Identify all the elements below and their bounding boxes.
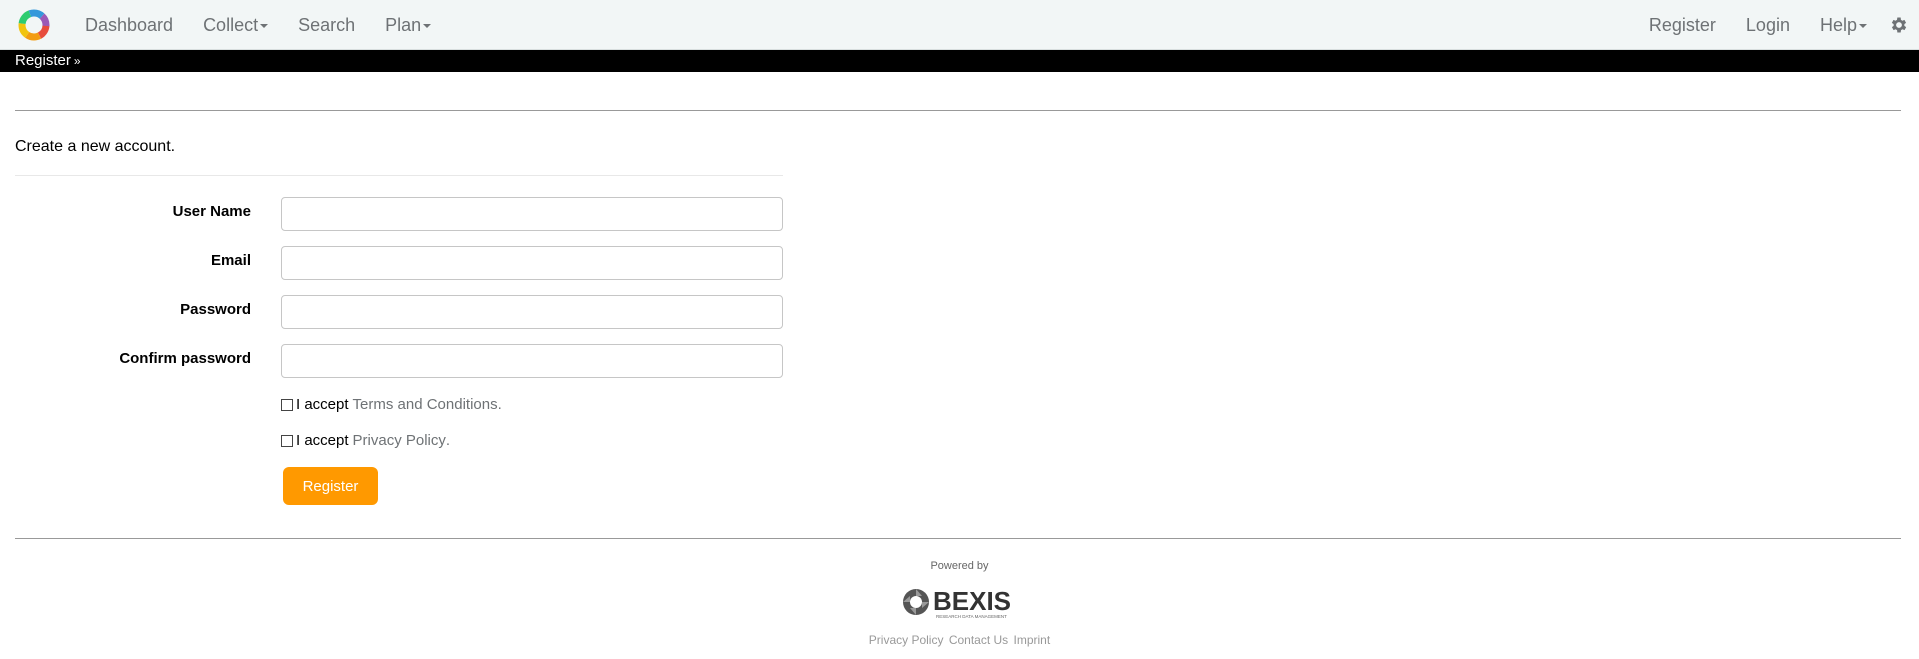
footer-links: Privacy Policy Contact Us Imprint (0, 633, 1919, 647)
user-name-label: User Name (172, 203, 251, 220)
email-label: Email (210, 252, 251, 269)
divider-form (15, 175, 783, 176)
nav-search-label: Search (298, 14, 356, 35)
password-input[interactable] (281, 295, 783, 329)
nav-left-menu: Dashboard Collect Search Plan (85, 0, 461, 50)
privacy-row: I accept Privacy Policy. (281, 432, 450, 449)
password-label: Password (180, 301, 251, 318)
terms-prefix: I accept (296, 396, 349, 413)
nav-search[interactable]: Search (298, 15, 355, 36)
divider-top (15, 110, 1901, 111)
nav-right-menu: Register Login Help (1619, 0, 1919, 50)
nav-login-label: Login (1745, 14, 1790, 35)
register-button[interactable]: Register (283, 467, 378, 505)
bexis-logo[interactable]: BEXIS RESEARCH DATA MANAGEMENT (900, 584, 1020, 620)
breadcrumb-label: Register (15, 52, 71, 69)
nav-plan-dropdown[interactable]: Plan (385, 14, 432, 36)
divider-bottom (15, 538, 1901, 539)
footer-contact-us-link[interactable]: Contact Us (949, 633, 1008, 647)
email-input[interactable] (281, 246, 783, 280)
user-name-input[interactable] (281, 197, 783, 231)
confirm-password-input[interactable] (281, 344, 783, 378)
footer-imprint-link[interactable]: Imprint (1014, 633, 1051, 647)
gear-icon[interactable] (1889, 15, 1909, 35)
nav-dashboard-label: Dashboard (85, 14, 174, 35)
caret-down-icon (260, 24, 269, 28)
terms-checkbox[interactable] (281, 398, 293, 411)
nav-collect-label: Collect (203, 14, 259, 35)
privacy-link[interactable]: Privacy Policy (353, 432, 446, 449)
nav-help-dropdown[interactable]: Help (1820, 15, 1867, 36)
nav-collect-dropdown[interactable]: Collect (203, 14, 269, 36)
breadcrumb-bar: Register » (0, 50, 1919, 72)
caret-down-icon (1859, 24, 1867, 28)
nav-dashboard[interactable]: Dashboard (85, 15, 173, 36)
privacy-checkbox[interactable] (281, 434, 293, 447)
bexis-aperture-icon (903, 589, 929, 615)
nav-register[interactable]: Register (1649, 15, 1716, 36)
breadcrumb[interactable]: Register » (15, 52, 81, 69)
confirm-password-label: Confirm password (119, 350, 251, 367)
footer-privacy-policy-link[interactable]: Privacy Policy (869, 633, 944, 647)
double-chevron-down-icon: » (73, 53, 81, 68)
nav-login[interactable]: Login (1746, 15, 1790, 36)
terms-row: I accept Terms and Conditions. (281, 396, 502, 413)
privacy-suffix: . (445, 432, 451, 449)
bexis-tagline: RESEARCH DATA MANAGEMENT (936, 614, 1007, 619)
top-navbar: Dashboard Collect Search Plan Register L… (0, 0, 1919, 50)
page-subtitle: Create a new account. (15, 138, 176, 155)
bexis-color-ring-logo-icon[interactable] (18, 9, 50, 41)
caret-down-icon (423, 24, 432, 28)
bexis-brand-text: BEXIS (933, 586, 1011, 616)
nav-help-label: Help (1819, 14, 1857, 35)
terms-suffix: . (497, 396, 502, 413)
terms-link[interactable]: Terms and Conditions (353, 396, 498, 413)
powered-by-text: Powered by (930, 560, 989, 572)
privacy-prefix: I accept (296, 432, 349, 449)
nav-plan-label: Plan (385, 14, 422, 35)
nav-register-label: Register (1648, 14, 1716, 35)
